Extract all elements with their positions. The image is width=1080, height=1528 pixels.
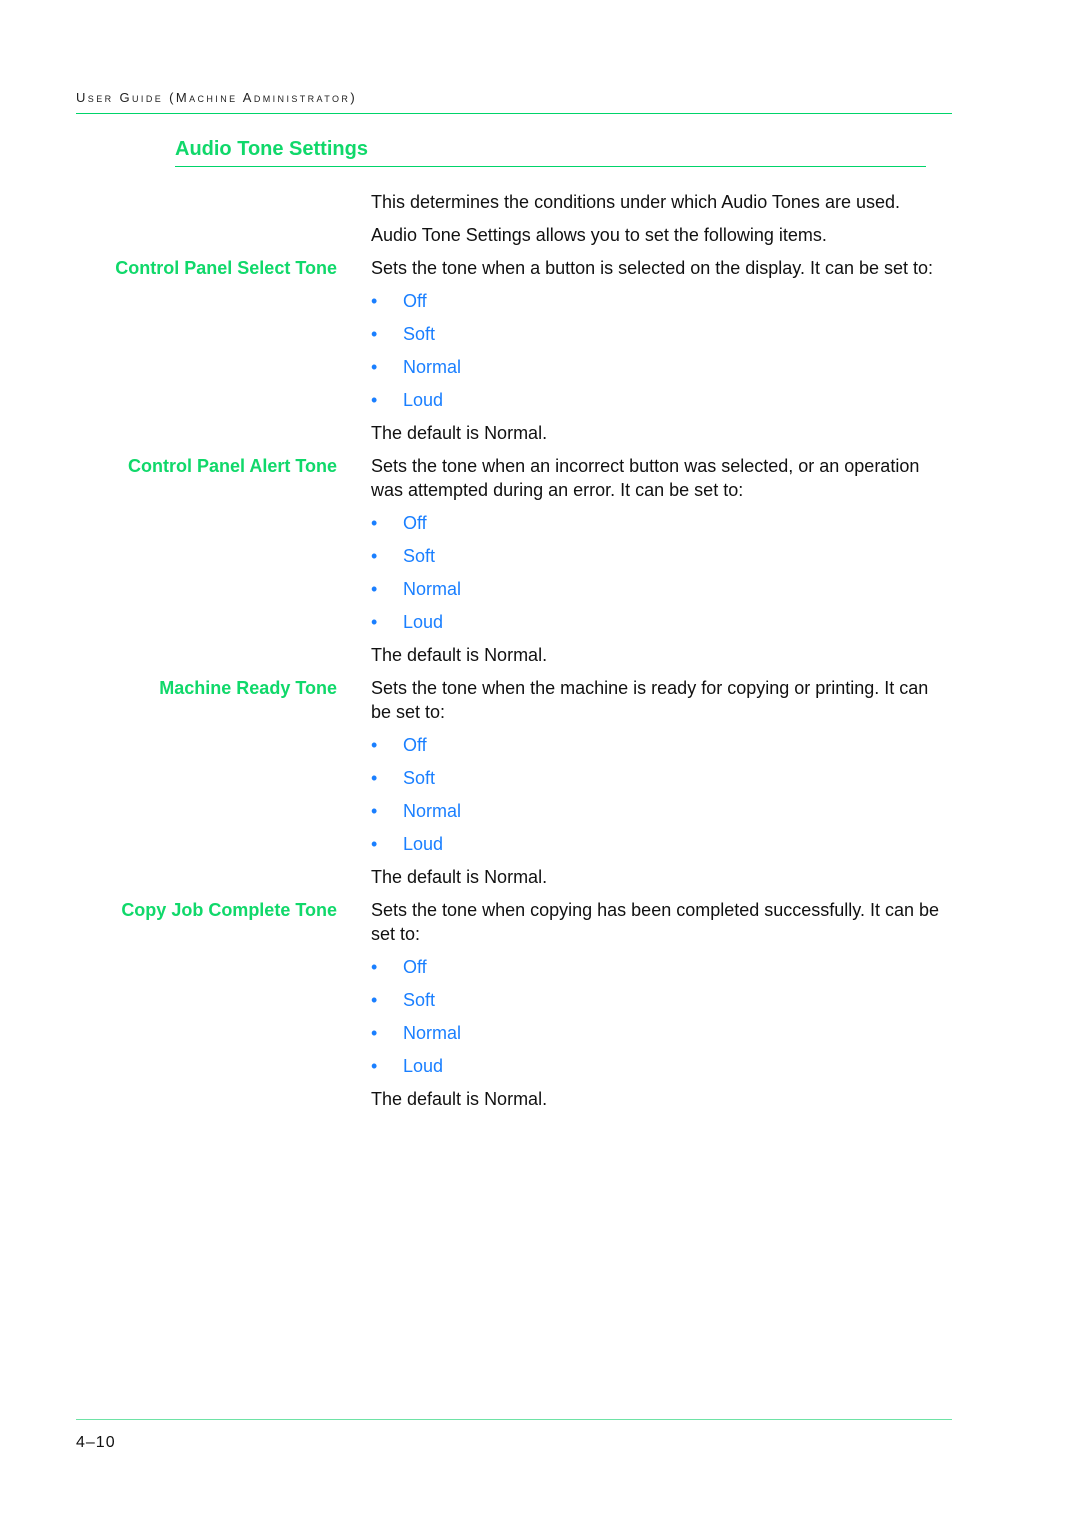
option-label: Normal — [403, 357, 462, 377]
option-item: • Normal — [371, 577, 1080, 601]
setting-description: Sets the tone when an incorrect button w… — [371, 456, 920, 500]
option-item: • Loud — [371, 610, 1080, 634]
bullet-icon: • — [371, 1023, 378, 1043]
option-item: • Loud — [371, 832, 1080, 856]
option-label: Off — [403, 735, 427, 755]
option-label: Normal — [403, 801, 462, 821]
bullet-icon: • — [371, 957, 378, 977]
option-label: Soft — [403, 324, 436, 344]
setting-description: Sets the tone when copying has been comp… — [371, 900, 940, 944]
option-item: • Normal — [371, 799, 1080, 823]
option-item: • Soft — [371, 988, 1080, 1012]
bullet-icon: • — [371, 1056, 378, 1076]
option-item: • Loud — [371, 388, 1080, 412]
option-item: • Soft — [371, 766, 1080, 790]
bullet-icon: • — [371, 990, 378, 1010]
setting-description: Sets the tone when a button is selected … — [371, 258, 934, 278]
option-label: Soft — [403, 546, 436, 566]
option-label: Soft — [403, 768, 436, 788]
bullet-icon: • — [371, 390, 378, 410]
setting-label: Machine Ready Tone — [159, 678, 337, 698]
option-label: Loud — [403, 390, 444, 410]
bullet-icon: • — [371, 546, 378, 566]
title-rule — [175, 166, 926, 167]
option-label: Normal — [403, 1023, 462, 1043]
intro-paragraph: This determines the conditions under whi… — [371, 192, 900, 212]
setting-section: Control Panel Alert Tone Sets the tone w… — [0, 454, 1080, 667]
option-label: Loud — [403, 1056, 444, 1076]
option-item: • Off — [371, 511, 1080, 535]
running-header: User Guide (Machine Administrator) — [76, 90, 358, 105]
bullet-icon: • — [371, 357, 378, 377]
option-label: Loud — [403, 834, 444, 854]
default-note: The default is Normal. — [371, 867, 548, 887]
option-item: • Loud — [371, 1054, 1080, 1078]
section-title: Audio Tone Settings — [175, 138, 368, 160]
bullet-icon: • — [371, 801, 378, 821]
option-item: • Off — [371, 289, 1080, 313]
setting-section: Machine Ready Tone Sets the tone when th… — [0, 676, 1080, 889]
option-item: • Normal — [371, 1021, 1080, 1045]
option-label: Soft — [403, 990, 436, 1010]
default-note: The default is Normal. — [371, 423, 548, 443]
default-note: The default is Normal. — [371, 1089, 548, 1109]
option-label: Off — [403, 513, 427, 533]
option-label: Normal — [403, 579, 462, 599]
option-label: Loud — [403, 612, 444, 632]
option-item: • Off — [371, 733, 1080, 757]
option-item: • Soft — [371, 322, 1080, 346]
setting-label: Copy Job Complete Tone — [121, 900, 337, 920]
setting-label: Control Panel Alert Tone — [127, 456, 337, 476]
page-number: 4–10 — [76, 1434, 116, 1451]
bullet-icon: • — [371, 768, 378, 788]
bullet-icon: • — [371, 513, 378, 533]
setting-section: Copy Job Complete Tone Sets the tone whe… — [0, 898, 1080, 1111]
intro-paragraph: Audio Tone Settings allows you to set th… — [371, 225, 827, 245]
option-item: • Normal — [371, 355, 1080, 379]
default-note: The default is Normal. — [371, 645, 548, 665]
content-body: This determines the conditions under whi… — [0, 190, 1080, 1120]
bullet-icon: • — [371, 735, 378, 755]
header-rule — [76, 113, 952, 114]
bullet-icon: • — [371, 579, 378, 599]
setting-label: Control Panel Select Tone — [115, 258, 337, 278]
bullet-icon: • — [371, 834, 378, 854]
option-item: • Off — [371, 955, 1080, 979]
bullet-icon: • — [371, 324, 378, 344]
option-item: • Soft — [371, 544, 1080, 568]
option-label: Off — [403, 291, 427, 311]
bullet-icon: • — [371, 291, 378, 311]
setting-description: Sets the tone when the machine is ready … — [371, 678, 929, 722]
bullet-icon: • — [371, 612, 378, 632]
option-label: Off — [403, 957, 427, 977]
footer-rule — [76, 1419, 952, 1420]
setting-section: Control Panel Select Tone Sets the tone … — [0, 256, 1080, 445]
